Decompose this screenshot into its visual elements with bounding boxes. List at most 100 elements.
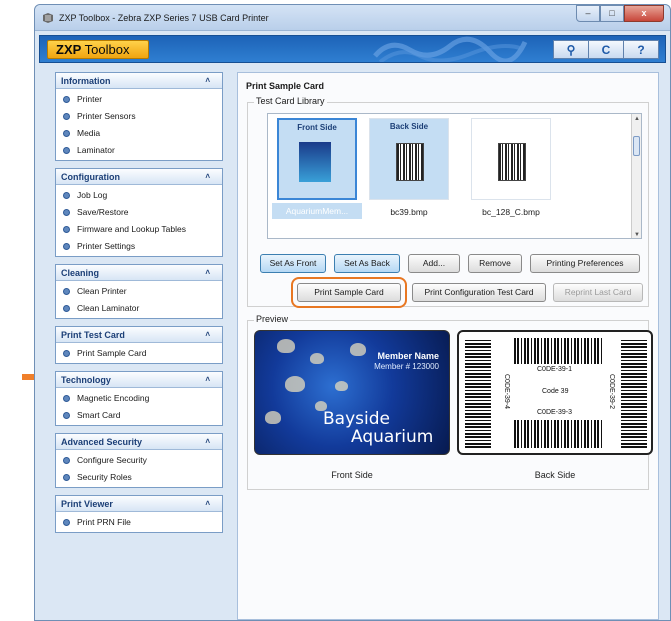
barcode-top [514,338,604,364]
bullet-icon [63,147,70,154]
sidebar-item-label: Printer Sensors [77,111,136,121]
collapse-chevron-icon[interactable]: ˄ [205,330,210,339]
bullet-icon [63,243,70,250]
sidebar-item-label: Laminator [77,145,115,155]
panel-header-technology[interactable]: Technology ˄ [56,372,222,388]
sidebar-item-label: Printer Settings [77,241,136,251]
scroll-thumb[interactable] [633,136,640,156]
panel-header-print-test-card[interactable]: Print Test Card ˄ [56,327,222,343]
scroll-up-icon[interactable]: ▲ [634,116,640,122]
library-scrollbar[interactable]: ▲ ▼ [631,114,641,238]
refresh-button[interactable]: C [588,40,624,59]
jellyfish-image [265,411,281,424]
help-button[interactable]: ? [623,40,659,59]
add-button[interactable]: Add... [408,254,460,273]
sidebar-item-label: Magnetic Encoding [77,393,150,403]
sidebar-item-magnetic-encoding[interactable]: Magnetic Encoding [56,389,222,406]
close-button[interactable]: x [624,5,664,22]
jellyfish-image [350,343,366,356]
bullet-icon [63,395,70,402]
sidebar-item-label: Security Roles [77,472,132,482]
sidebar-item-security-roles[interactable]: Security Roles [56,468,222,485]
barcode-right-text: C0DE-39-2 [608,373,616,410]
printing-preferences-button[interactable]: Printing Preferences [530,254,640,273]
bullet-icon [63,113,70,120]
collapse-chevron-icon[interactable]: ˄ [205,172,210,181]
library-item-bc39[interactable]: Back Side bc39.bmp [364,118,454,228]
sidebar-item-print-sample-card[interactable]: Print Sample Card [56,344,222,361]
sidebar-item-configure-security[interactable]: Configure Security [56,451,222,468]
app-header: ZXP Toolbox ⚲ C ? [39,35,666,63]
bullet-icon [63,305,70,312]
collapse-chevron-icon[interactable]: ˄ [205,268,210,277]
card-thumbnail: Front Side [277,118,357,200]
panel-print-viewer: Print Viewer ˄ Print PRN File [55,495,223,533]
window-title: ZXP Toolbox - Zebra ZXP Series 7 USB Car… [59,13,269,23]
sidebar-item-printer-settings[interactable]: Printer Settings [56,237,222,254]
panel-header-advanced-security[interactable]: Advanced Security ˄ [56,434,222,450]
maximize-button[interactable]: □ [600,5,624,22]
sidebar-item-printer-sensors[interactable]: Printer Sensors [56,107,222,124]
bullet-icon [63,350,70,357]
panel-header-cleaning[interactable]: Cleaning ˄ [56,265,222,281]
brand-line-2: Aquarium [351,427,434,447]
library-item-aquarium[interactable]: Front Side AquariumMem... [272,118,362,228]
jellyfish-image [335,381,348,391]
panel-header-configuration[interactable]: Configuration ˄ [56,169,222,185]
refresh-icon: C [601,43,611,57]
search-tool-button[interactable]: ⚲ [553,40,589,59]
set-as-back-button[interactable]: Set As Back [334,254,400,273]
bullet-icon [63,288,70,295]
collapse-chevron-icon[interactable]: ˄ [205,76,210,85]
sidebar-item-media[interactable]: Media [56,124,222,141]
member-number-text: Member # 123000 [374,362,439,371]
sidebar-item-label: Configure Security [77,455,147,465]
bullet-icon [63,192,70,199]
test-card-library[interactable]: Front Side AquariumMem... Back Side bc39… [267,113,642,239]
panel-technology: Technology ˄ Magnetic Encoding Smart Card [55,371,223,426]
print-sample-card-button[interactable]: Print Sample Card [297,283,401,302]
print-config-test-card-button[interactable]: Print Configuration Test Card [412,283,546,302]
remove-button[interactable]: Remove [468,254,522,273]
library-item-bc128[interactable]: bc_128_C.bmp [466,118,556,228]
panel-information: Information ˄ Printer Printer Sensors Med… [55,72,223,161]
sidebar-item-smart-card[interactable]: Smart Card [56,406,222,423]
reprint-last-card-button: Reprint Last Card [553,283,643,302]
set-as-front-button[interactable]: Set As Front [260,254,326,273]
title-bar[interactable]: ZXP Toolbox - Zebra ZXP Series 7 USB Car… [35,5,670,31]
barcode-thumbnail-image [498,143,526,181]
panel-header-print-viewer[interactable]: Print Viewer ˄ [56,496,222,512]
bullet-icon [63,209,70,216]
bullet-icon [63,226,70,233]
sidebar: Information ˄ Printer Printer Sensors Med… [55,72,223,540]
panel-configuration: Configuration ˄ Job Log Save/Restore Firm… [55,168,223,257]
sidebar-item-laminator[interactable]: Laminator [56,141,222,158]
sidebar-item-label: Media [77,128,101,138]
bullet-icon [63,457,70,464]
collapse-chevron-icon[interactable]: ˄ [205,375,210,384]
library-badge: Front Side [297,123,337,132]
sidebar-item-print-prn-file[interactable]: Print PRN File [56,513,222,530]
back-side-caption: Back Side [534,470,576,480]
sidebar-item-clean-printer[interactable]: Clean Printer [56,282,222,299]
minimize-button[interactable]: – [576,5,600,22]
panel-title: Configuration [61,172,120,182]
card-thumbnail [471,118,551,200]
app-icon [43,13,53,23]
bullet-icon [63,96,70,103]
sidebar-item-clean-laminator[interactable]: Clean Laminator [56,299,222,316]
panel-title: Advanced Security [61,437,143,447]
sidebar-item-label: Firmware and Lookup Tables [77,224,186,234]
sidebar-item-job-log[interactable]: Job Log [56,186,222,203]
barcode-left-text: C0DE-39-4 [503,373,511,410]
scroll-down-icon[interactable]: ▼ [634,232,640,238]
sidebar-item-save-restore[interactable]: Save/Restore [56,203,222,220]
sidebar-item-printer[interactable]: Printer [56,90,222,107]
bullet-icon [63,412,70,419]
sidebar-item-firmware[interactable]: Firmware and Lookup Tables [56,220,222,237]
panel-header-information[interactable]: Information ˄ [56,73,222,89]
front-card-preview: Member Name Member # 123000 Bayside Aqua… [254,330,450,455]
collapse-chevron-icon[interactable]: ˄ [205,437,210,446]
bullet-icon [63,130,70,137]
collapse-chevron-icon[interactable]: ˄ [205,499,210,508]
